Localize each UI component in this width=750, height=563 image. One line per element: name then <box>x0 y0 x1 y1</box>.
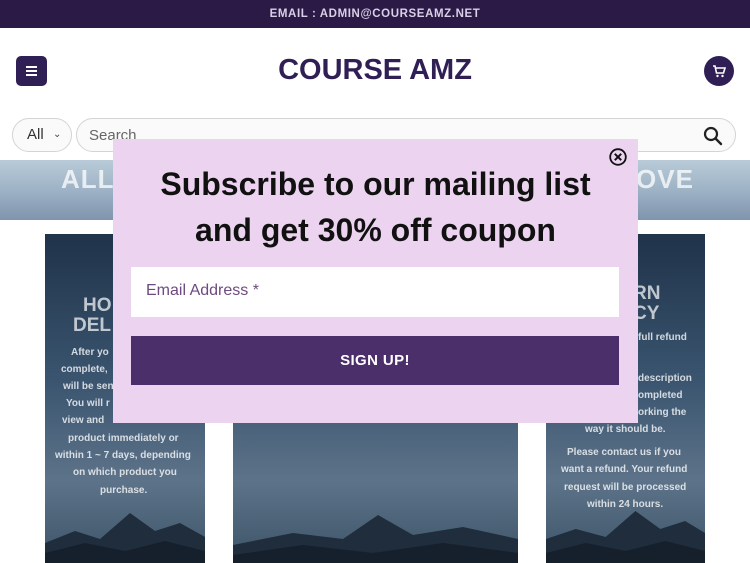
signup-button[interactable]: SIGN UP! <box>131 336 619 385</box>
newsletter-popup: Subscribe to our mailing list and get 30… <box>113 139 638 423</box>
popup-title-line: Subscribe to our mailing list <box>160 166 591 202</box>
email-field[interactable]: Email Address * <box>131 267 619 317</box>
email-placeholder: Email Address * <box>146 282 259 299</box>
popup-title: Subscribe to our mailing list and get 30… <box>113 161 638 253</box>
popup-title-line: and get 30% off coupon <box>195 212 556 248</box>
